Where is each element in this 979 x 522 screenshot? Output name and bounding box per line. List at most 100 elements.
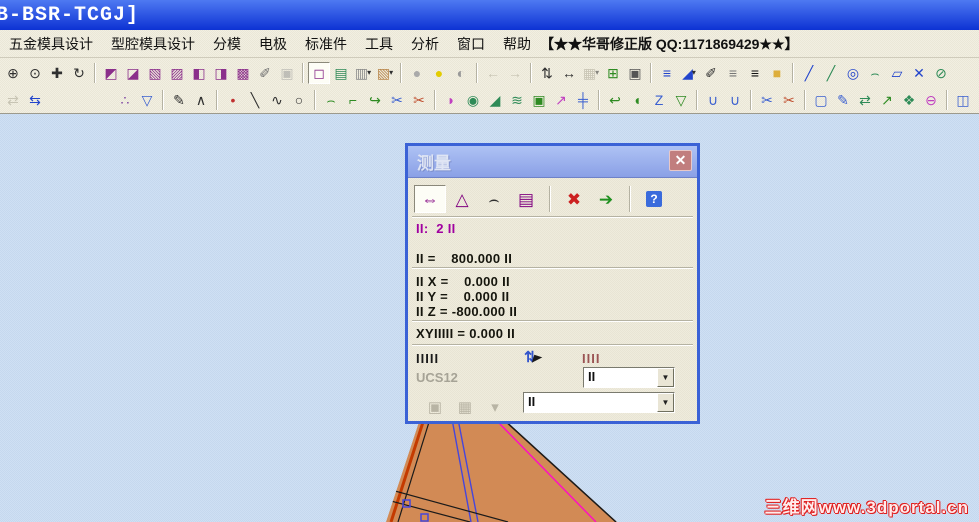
reorder-icon[interactable]: ⇆ bbox=[24, 89, 46, 111]
divide-tool-icon[interactable]: ⊘ bbox=[930, 62, 952, 84]
transform-icon[interactable]: ⇄ bbox=[2, 89, 24, 111]
right-view-icon[interactable]: ◨ bbox=[210, 62, 232, 84]
funnel-surface-icon[interactable]: ▽ bbox=[670, 89, 692, 111]
shell-pattern-icon[interactable]: ∪ bbox=[724, 89, 746, 111]
measure-distance-tab[interactable]: ⇔ bbox=[414, 185, 446, 213]
trim-sheet-icon[interactable]: ✂ bbox=[756, 89, 778, 111]
trimetric-view-icon[interactable]: ▧ bbox=[144, 62, 166, 84]
arc-tool-icon[interactable]: ⌢ bbox=[864, 62, 886, 84]
menu-tools[interactable]: 工具 bbox=[356, 32, 402, 56]
flange-icon[interactable]: ↩ bbox=[604, 89, 626, 111]
polyline-tool-icon[interactable]: ╱ bbox=[820, 62, 842, 84]
ripple-surface-icon[interactable]: ≋ bbox=[506, 89, 528, 111]
point-icon[interactable]: • bbox=[222, 89, 244, 111]
sketch-icon[interactable]: ✎ bbox=[168, 89, 190, 111]
measure-mode-combobox[interactable]: II ▼ bbox=[583, 367, 675, 388]
eyedropper-icon[interactable]: ✐ bbox=[700, 62, 722, 84]
revolve-icon[interactable]: ◖ bbox=[626, 89, 648, 111]
line-style-icon[interactable]: ≡ bbox=[722, 62, 744, 84]
sew-icon[interactable]: ⊖ bbox=[920, 89, 942, 111]
measure-list-tab[interactable]: ▤ bbox=[510, 185, 542, 213]
more-options-icon[interactable]: ▾ bbox=[480, 396, 510, 418]
pan-icon[interactable]: ✚ bbox=[46, 62, 68, 84]
section-display-icon-dropdown[interactable]: ▾ bbox=[389, 68, 393, 77]
move-object-icon[interactable]: ▢ bbox=[810, 89, 832, 111]
menu-electrode[interactable]: 电极 bbox=[250, 32, 296, 56]
swap-faces-icon[interactable]: ⇄ bbox=[854, 89, 876, 111]
hidden-edges-icon-dropdown[interactable]: ▾ bbox=[367, 68, 371, 77]
line-icon[interactable]: ╲ bbox=[244, 89, 266, 111]
menu-analysis[interactable]: 分析 bbox=[402, 32, 448, 56]
deform-icon[interactable]: ❖ bbox=[898, 89, 920, 111]
highlight-off-icon[interactable]: ● bbox=[406, 62, 428, 84]
line-tool-icon[interactable]: ╱ bbox=[798, 62, 820, 84]
highlight-pick-icon[interactable]: ◐ bbox=[450, 62, 472, 84]
shaded-display-icon[interactable]: ◻ bbox=[308, 61, 330, 84]
chevron-down-icon[interactable]: ▼ bbox=[657, 393, 674, 412]
offset-face-icon[interactable]: ↗ bbox=[876, 89, 898, 111]
trim-tool-icon[interactable]: ✕ bbox=[908, 62, 930, 84]
circle-icon[interactable]: ○ bbox=[288, 89, 310, 111]
object-color-icon[interactable]: ◢ ▾ bbox=[678, 62, 700, 84]
image-capture-icon[interactable]: ▣ bbox=[420, 396, 450, 418]
stamp-icon[interactable]: ▦ bbox=[450, 396, 480, 418]
edit-object-icon[interactable]: ✎ bbox=[832, 89, 854, 111]
undo-view-icon[interactable]: ← bbox=[482, 62, 504, 84]
object-color-icon-dropdown[interactable]: ▾ bbox=[692, 68, 696, 77]
edit-view-icon[interactable]: ✐ bbox=[254, 62, 276, 84]
close-icon[interactable]: ✕ bbox=[669, 150, 692, 171]
rotate-view-icon[interactable]: ↻ bbox=[68, 62, 90, 84]
menu-help[interactable]: 帮助 bbox=[494, 32, 540, 56]
extract-icon[interactable]: ◫ bbox=[952, 89, 974, 111]
front-view-icon[interactable]: ◧ bbox=[188, 62, 210, 84]
ruled-surface-icon[interactable]: ◢ bbox=[484, 89, 506, 111]
measure-mode-value[interactable]: II bbox=[584, 368, 657, 387]
measure-radius-tab[interactable]: ⌢ bbox=[478, 185, 510, 213]
lock-view-icon[interactable]: ▣ bbox=[276, 62, 298, 84]
circle-tool-icon[interactable]: ◎ bbox=[842, 62, 864, 84]
menu-window[interactable]: 窗口 bbox=[448, 32, 494, 56]
swept-surface-icon[interactable]: ◗ bbox=[440, 89, 462, 111]
tube-icon[interactable]: ╪ bbox=[572, 89, 594, 111]
snap-type-value[interactable]: II bbox=[524, 393, 657, 412]
zoom-icon[interactable]: ⊙ bbox=[24, 62, 46, 84]
trim-curve-icon[interactable]: ✂ bbox=[386, 89, 408, 111]
top-view-icon[interactable]: ▨ bbox=[166, 62, 188, 84]
spline-icon[interactable]: ∿ bbox=[266, 89, 288, 111]
menu-parting[interactable]: 分模 bbox=[204, 32, 250, 56]
menu-cavity-mold-design[interactable]: 型腔模具设计 bbox=[102, 32, 204, 56]
part-navigator-icon[interactable]: ▣ bbox=[624, 62, 646, 84]
bounded-plane-icon[interactable]: ▣ bbox=[528, 89, 550, 111]
menu-hardware-mold-design[interactable]: 五金模具设计 bbox=[0, 32, 102, 56]
clear-measure-button[interactable]: ✖ bbox=[558, 185, 590, 213]
corner-curve-icon[interactable]: ⌐ bbox=[342, 89, 364, 111]
highlight-on-icon[interactable]: ● bbox=[428, 62, 450, 84]
zoom-window-icon[interactable]: ⊕ bbox=[2, 62, 24, 84]
break-curve-icon[interactable]: ✂ bbox=[408, 89, 430, 111]
swap-window-icon[interactable]: ⇅ bbox=[536, 62, 558, 84]
pattern-icon[interactable]: ▦ ▾ bbox=[580, 62, 602, 84]
snap-type-combobox[interactable]: II ▼ bbox=[523, 392, 675, 413]
shell-icon[interactable]: ∪ bbox=[702, 89, 724, 111]
shaded-view-icon[interactable]: ◩ bbox=[100, 62, 122, 84]
layer-settings-icon[interactable]: ≡ bbox=[656, 62, 678, 84]
redo-view-icon[interactable]: → bbox=[504, 62, 526, 84]
new-part-icon[interactable]: ⊞ bbox=[602, 62, 624, 84]
isometric-view-icon[interactable]: ◪ bbox=[122, 62, 144, 84]
measure-dialog-titlebar[interactable]: 测量 ✕ bbox=[408, 146, 697, 178]
measure-help-button[interactable]: ? bbox=[638, 185, 670, 213]
bridge-curve-icon[interactable]: ⌢ bbox=[320, 89, 342, 111]
chevron-down-icon[interactable]: ▼ bbox=[657, 368, 674, 387]
export-measure-button[interactable]: ➔ bbox=[590, 185, 622, 213]
menu-standard-parts[interactable]: 标准件 bbox=[296, 32, 356, 56]
datum-axis-icon[interactable]: ↗ bbox=[550, 89, 572, 111]
split-sheet-icon[interactable]: ✂ bbox=[778, 89, 800, 111]
selection-filter-icon[interactable]: ▽ bbox=[136, 89, 158, 111]
loft-icon[interactable]: Z bbox=[648, 89, 670, 111]
wireframe-display-icon[interactable]: ▤ bbox=[330, 62, 352, 84]
chamfer-tool-icon[interactable]: ▱ bbox=[886, 62, 908, 84]
material-icon[interactable]: ■ bbox=[766, 62, 788, 84]
line-width-icon[interactable]: ≡ bbox=[744, 62, 766, 84]
point-constructor-icon[interactable]: ∴ bbox=[114, 89, 136, 111]
extend-curve-icon[interactable]: ↪ bbox=[364, 89, 386, 111]
